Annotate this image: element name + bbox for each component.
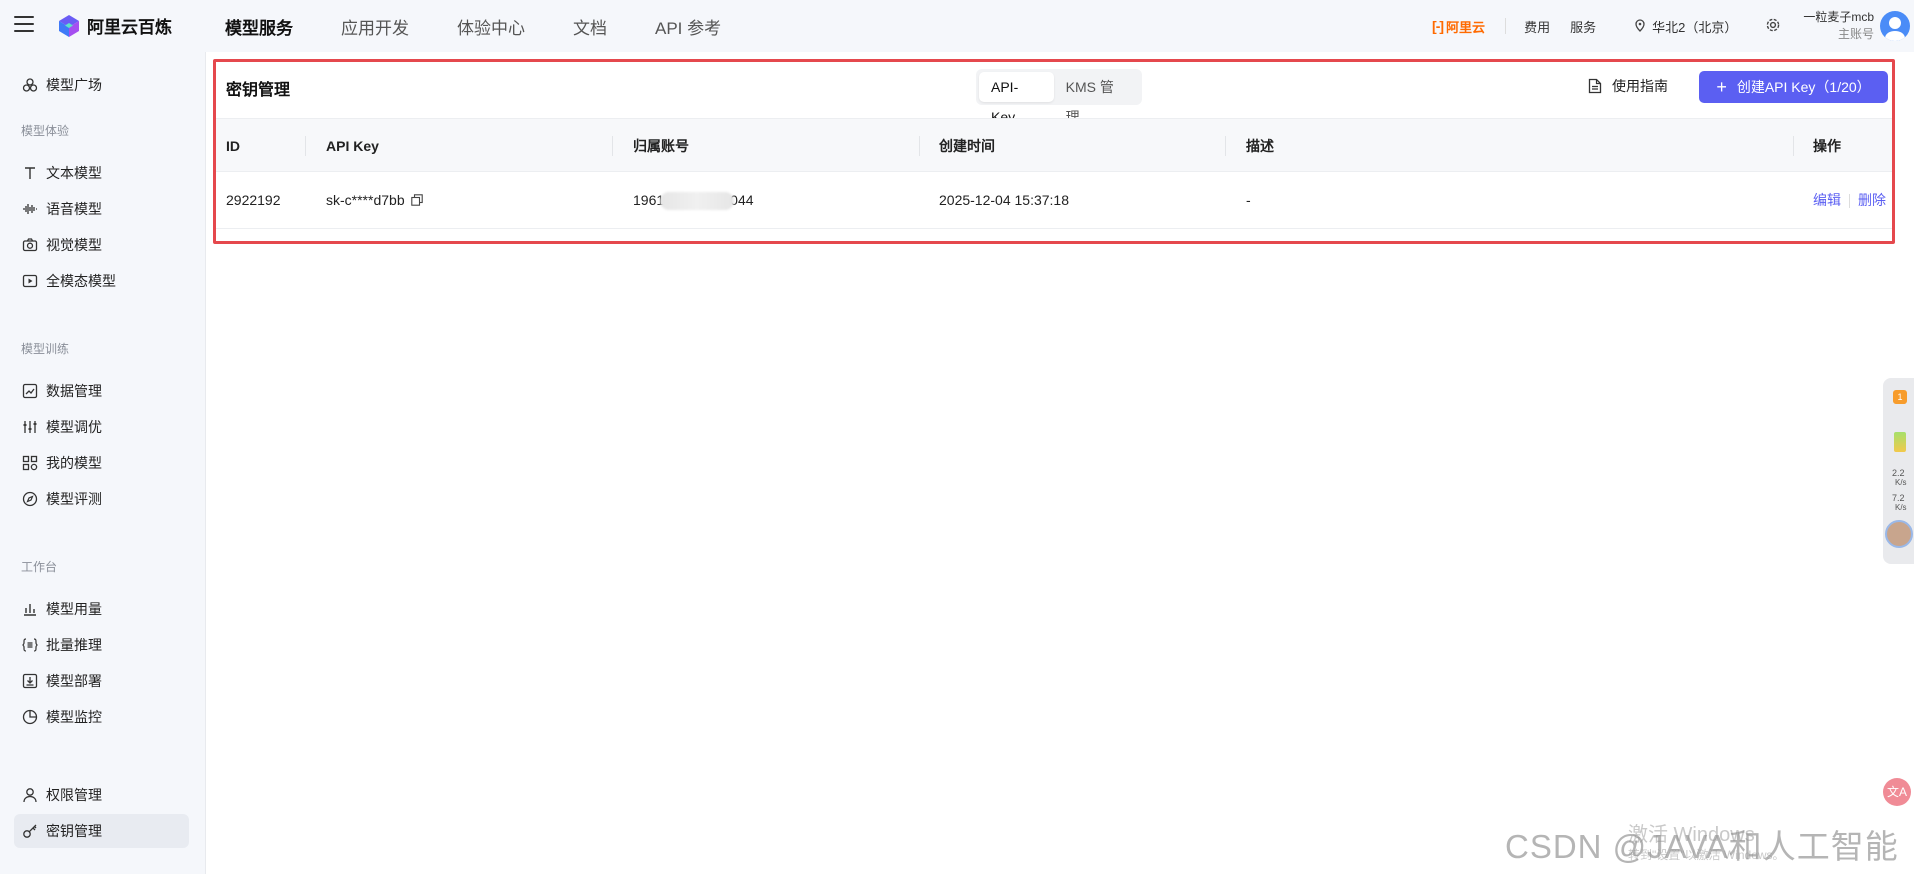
billing-link[interactable]: 费用 — [1524, 17, 1550, 36]
bailian-logo-icon — [59, 14, 79, 37]
sidebar-item-text-model[interactable]: 文本模型 — [14, 156, 189, 190]
sidebar-item-label: 权限管理 — [46, 787, 102, 803]
translate-icon[interactable]: 文A — [1883, 778, 1911, 806]
user-name: 一粒麦子mcb — [1803, 10, 1874, 24]
sidebar-item-batch[interactable]: 批量推理 — [14, 628, 189, 662]
sidebar-item-permissions[interactable]: 权限管理 — [14, 778, 189, 812]
sidebar-item-my-models[interactable]: 我的模型 — [14, 446, 189, 480]
notification-badge: 1 — [1893, 390, 1907, 404]
location-icon — [1635, 19, 1645, 32]
sidebar-item-monitor[interactable]: 模型监控 — [14, 700, 189, 734]
sidebar-item-usage[interactable]: 模型用量 — [14, 592, 189, 626]
compass-icon — [22, 491, 38, 507]
sidebar-item-label: 密钥管理 — [46, 823, 102, 839]
nav-api-ref[interactable]: API 参考 — [655, 14, 721, 39]
divider — [1505, 18, 1507, 34]
aliyun-brand[interactable]: [-] 阿里云 — [1432, 17, 1485, 36]
user-icon — [22, 787, 38, 803]
nav-experience[interactable]: 体验中心 — [457, 14, 525, 39]
sidebar-item-label: 模型监控 — [46, 709, 102, 725]
sidebar-item-label: 批量推理 — [46, 637, 102, 653]
model-square-icon — [22, 77, 38, 93]
highlight-box — [213, 59, 1895, 244]
bar-chart-icon — [22, 601, 38, 617]
sidebar-item-label: 我的模型 — [46, 455, 102, 471]
sidebar-group-label: 工作台 — [21, 560, 58, 574]
user-role: 主账号 — [1837, 27, 1874, 41]
gear-icon[interactable] — [1765, 17, 1781, 36]
sidebar-item-deploy[interactable]: 模型部署 — [14, 664, 189, 698]
csdn-watermark: CSDN @JAVA和人工智能 — [1505, 828, 1899, 865]
sidebar-item-key-management[interactable]: 密钥管理 — [14, 814, 189, 848]
sidebar-item-evaluation[interactable]: 模型评测 — [14, 482, 189, 516]
sidebar-group-label: 模型体验 — [21, 124, 70, 138]
sidebar-item-fine-tune[interactable]: 模型调优 — [14, 410, 189, 444]
top-right: [-] 阿里云 费用 服务 华北2（北京） 一粒麦子mcb 主账号 — [1432, 0, 1914, 52]
sidebar-item-label: 模型评测 — [46, 491, 102, 507]
text-icon — [22, 165, 38, 181]
waveform-icon — [22, 201, 38, 217]
pie-chart-icon — [22, 709, 38, 725]
sidebar-item-label: 模型用量 — [46, 601, 102, 617]
list-bracket-icon — [22, 637, 38, 653]
sidebar-item-label: 语音模型 — [46, 201, 102, 217]
key-icon — [22, 823, 38, 839]
sidebar-item-label: 全模态模型 — [46, 273, 116, 289]
nav-app-dev[interactable]: 应用开发 — [341, 14, 409, 39]
sidebar-item-data-management[interactable]: 数据管理 — [14, 374, 189, 408]
sidebar-item-speech-model[interactable]: 语音模型 — [14, 192, 189, 226]
sidebar-group-label: 模型训练 — [21, 342, 70, 356]
nav-docs[interactable]: 文档 — [573, 14, 607, 39]
aliyun-bracket-icon: [-] — [1432, 18, 1444, 34]
download-unit: K/s — [1895, 503, 1907, 512]
sidebar-item-vision-model[interactable]: 视觉模型 — [14, 228, 189, 262]
floating-monitor-widget[interactable]: 1 2.2 K/s 7.2 K/s — [1883, 378, 1914, 564]
upload-speed: 2.2 — [1892, 468, 1905, 478]
logo[interactable]: 阿里云百炼 — [57, 13, 172, 38]
gauge-icon — [1894, 432, 1906, 452]
sidebar-item-label: 模型部署 — [46, 673, 102, 689]
chart-line-icon — [22, 383, 38, 399]
sidebar-item-label: 文本模型 — [46, 165, 102, 181]
sidebar-item-model-square[interactable]: 模型广场 — [14, 68, 189, 102]
main-nav: 模型服务 应用开发 体验中心 文档 API 参考 — [225, 0, 769, 52]
upload-unit: K/s — [1895, 478, 1907, 487]
sidebar-item-label: 模型广场 — [46, 77, 102, 93]
service-link[interactable]: 服务 — [1570, 17, 1596, 36]
sidebar-item-label: 模型调优 — [46, 419, 102, 435]
assistant-avatar[interactable] — [1885, 520, 1913, 548]
top-bar: 阿里云百炼 模型服务 应用开发 体验中心 文档 API 参考 [-] 阿里云 费用… — [0, 0, 1914, 52]
media-icon — [22, 273, 38, 289]
apps-icon — [22, 455, 38, 471]
download-box-icon — [22, 673, 38, 689]
sliders-icon — [22, 419, 38, 435]
menu-icon[interactable] — [14, 16, 34, 34]
sidebar-item-label: 视觉模型 — [46, 237, 102, 253]
sidebar-item-omni-model[interactable]: 全模态模型 — [14, 264, 189, 298]
region-label: 华北2（北京） — [1652, 19, 1738, 35]
user-info[interactable]: 一粒麦子mcb 主账号 — [1803, 9, 1874, 43]
sidebar-item-label: 数据管理 — [46, 383, 102, 399]
nav-model-service[interactable]: 模型服务 — [225, 14, 293, 39]
download-speed: 7.2 — [1892, 493, 1905, 503]
region-selector[interactable]: 华北2（北京） — [1634, 17, 1737, 36]
app-title: 阿里云百炼 — [87, 18, 172, 37]
avatar[interactable] — [1880, 11, 1910, 41]
aliyun-label: 阿里云 — [1446, 19, 1486, 35]
sidebar: 模型广场 模型体验 文本模型 语音模型 视觉模型 全模态模型 模型训练 数据管理… — [0, 52, 206, 874]
camera-icon — [22, 237, 38, 253]
